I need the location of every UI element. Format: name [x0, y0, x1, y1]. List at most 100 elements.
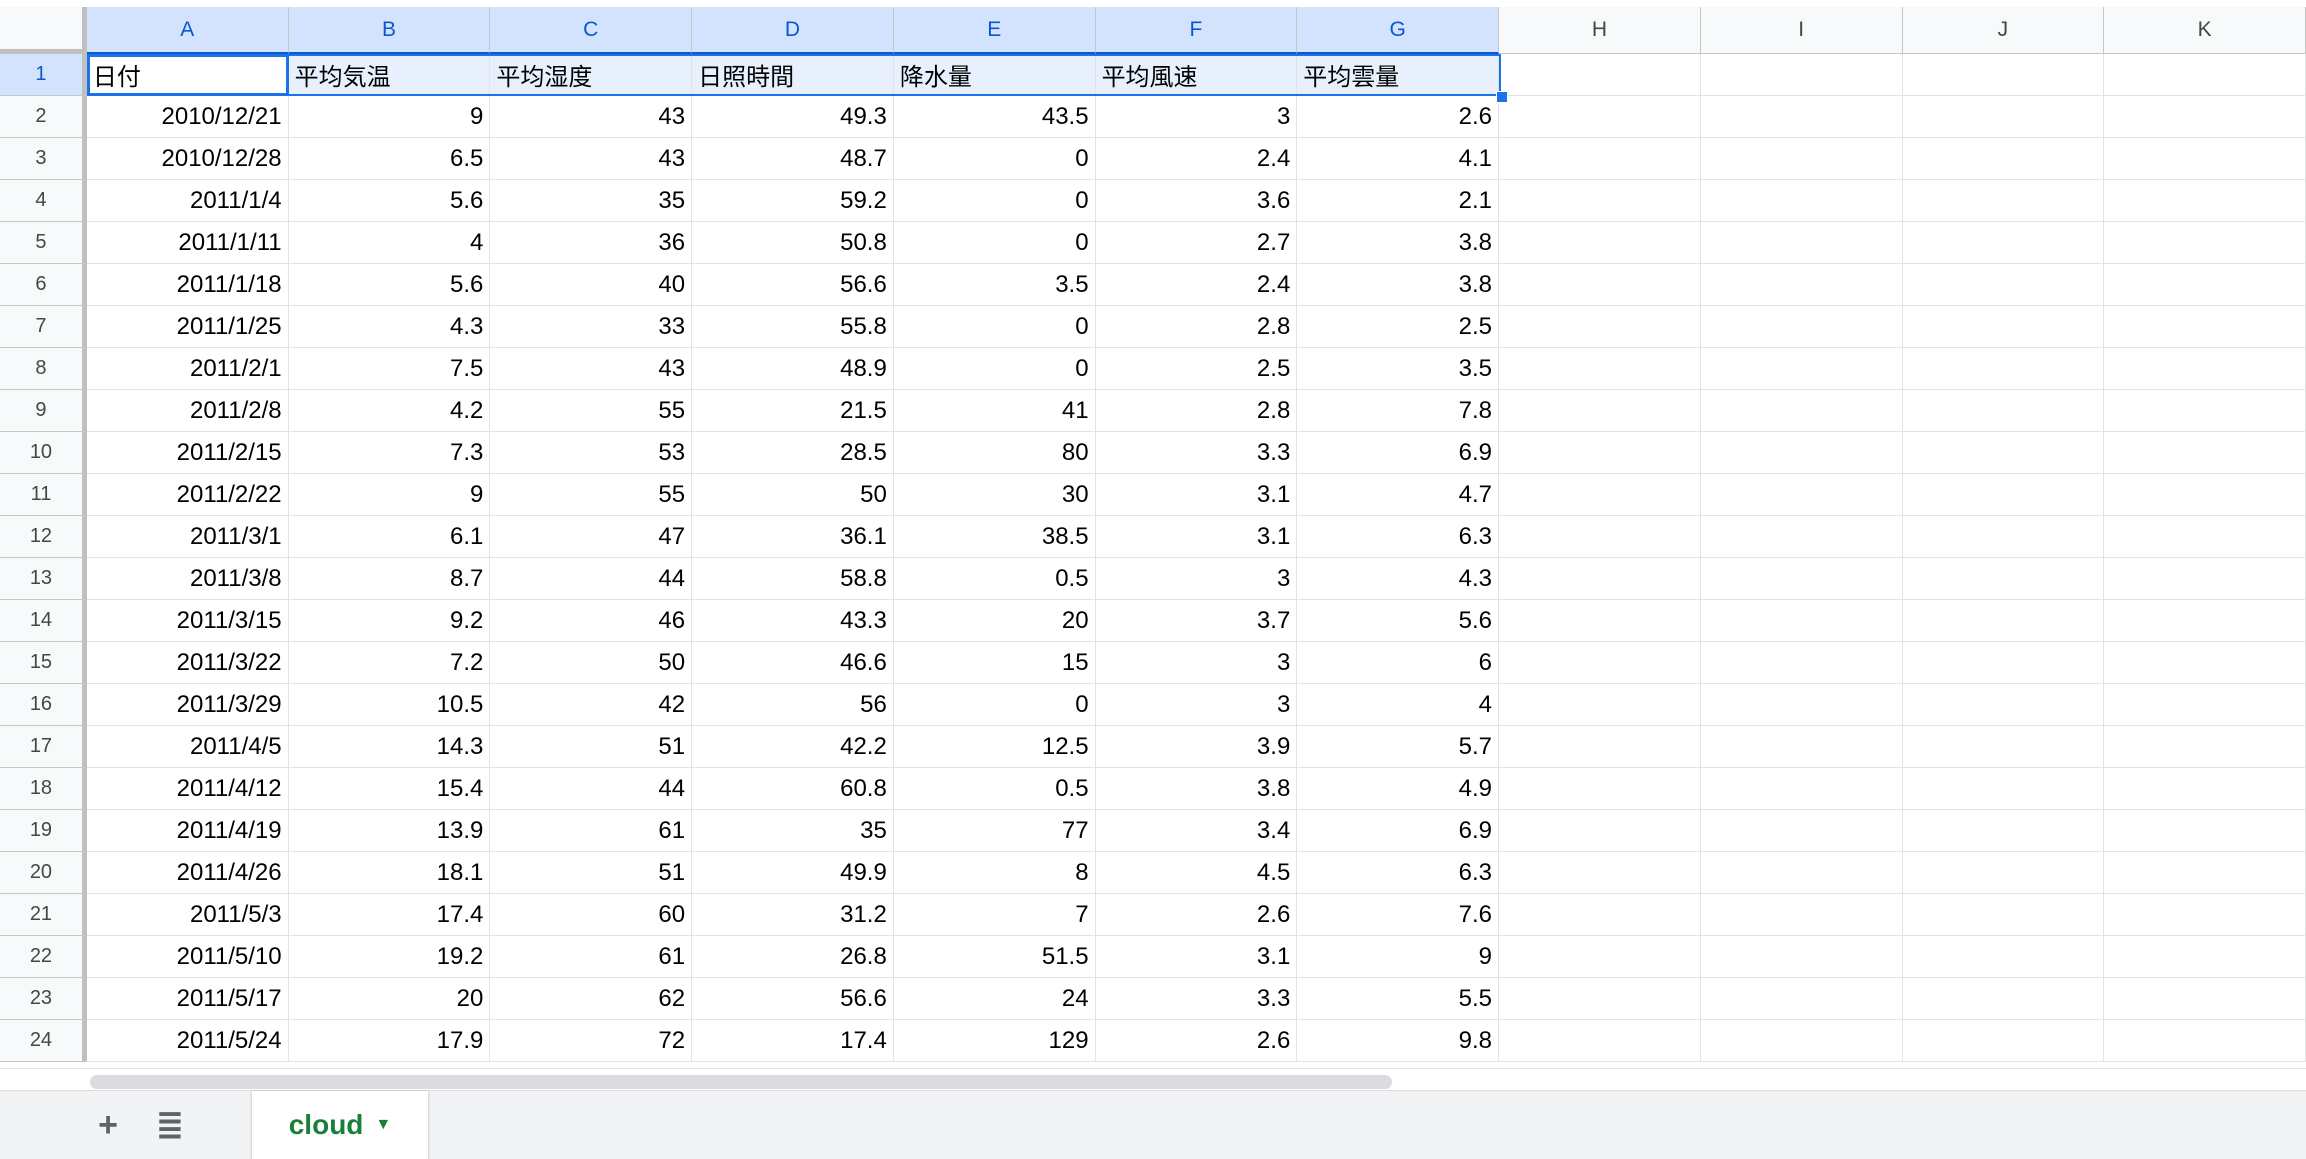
grid-cell[interactable]: 43.3	[692, 600, 894, 642]
grid-cell[interactable]: 17.4	[692, 1020, 894, 1062]
grid-cell[interactable]	[1902, 474, 2105, 516]
grid-cell[interactable]	[1700, 474, 1903, 516]
grid-cell[interactable]	[1700, 138, 1903, 180]
grid-cell[interactable]	[1902, 222, 2105, 264]
grid-cell[interactable]	[1902, 390, 2105, 432]
column-header-h[interactable]: H	[1499, 7, 1701, 54]
grid-cell[interactable]	[2104, 684, 2306, 726]
grid-cell[interactable]: 7.6	[1297, 894, 1500, 936]
grid-cell[interactable]: 3.1	[1095, 516, 1298, 558]
grid-cell[interactable]	[2104, 432, 2306, 474]
header-cell[interactable]: 平均気温	[288, 54, 491, 96]
grid-cell[interactable]: 0	[893, 684, 1096, 726]
grid-cell[interactable]: 7	[893, 894, 1096, 936]
grid-cell[interactable]	[2104, 852, 2306, 894]
grid-cell[interactable]: 51	[490, 852, 693, 894]
grid-cell[interactable]: 3.8	[1297, 222, 1500, 264]
grid-cell[interactable]	[1902, 264, 2105, 306]
grid-cell[interactable]: 3.3	[1095, 978, 1298, 1020]
row-header[interactable]: 15	[0, 642, 87, 684]
grid-cell[interactable]: 3.6	[1095, 180, 1298, 222]
header-cell[interactable]	[1902, 54, 2105, 96]
grid-cell[interactable]	[1700, 894, 1903, 936]
grid-cell[interactable]: 2011/3/15	[86, 600, 289, 642]
grid-cell[interactable]	[2104, 768, 2306, 810]
row-header[interactable]: 24	[0, 1020, 87, 1062]
plus-icon[interactable]: +	[83, 1100, 133, 1150]
grid-cell[interactable]: 36	[490, 222, 693, 264]
grid-cell[interactable]: 5.6	[288, 180, 491, 222]
grid-cell[interactable]: 48.9	[692, 348, 894, 390]
grid-cell[interactable]: 43	[490, 96, 693, 138]
grid-cell[interactable]: 4.5	[1095, 852, 1298, 894]
grid-cell[interactable]: 5.5	[1297, 978, 1500, 1020]
grid-cell[interactable]	[1700, 600, 1903, 642]
column-header-f[interactable]: F	[1095, 7, 1298, 54]
row-header[interactable]: 22	[0, 936, 87, 978]
header-cell[interactable]: 降水量	[893, 54, 1096, 96]
grid-cell[interactable]	[1499, 810, 1701, 852]
grid-cell[interactable]	[1499, 768, 1701, 810]
grid-cell[interactable]	[1499, 264, 1701, 306]
grid-cell[interactable]: 2011/4/26	[86, 852, 289, 894]
column-header-c[interactable]: C	[490, 7, 693, 54]
grid-cell[interactable]: 50.8	[692, 222, 894, 264]
grid-cell[interactable]: 2011/2/15	[86, 432, 289, 474]
grid-cell[interactable]	[1700, 306, 1903, 348]
grid-cell[interactable]: 2011/2/1	[86, 348, 289, 390]
grid-cell[interactable]: 7.5	[288, 348, 491, 390]
grid-cell[interactable]: 6.3	[1297, 516, 1500, 558]
grid-cell[interactable]: 17.9	[288, 1020, 491, 1062]
row-header[interactable]: 17	[0, 726, 87, 768]
grid-cell[interactable]: 40	[490, 264, 693, 306]
grid-cell[interactable]: 47	[490, 516, 693, 558]
grid-cell[interactable]: 2011/3/1	[86, 516, 289, 558]
grid-cell[interactable]: 33	[490, 306, 693, 348]
grid-cell[interactable]	[1700, 936, 1903, 978]
grid-cell[interactable]	[1499, 96, 1701, 138]
grid-cell[interactable]	[2104, 138, 2306, 180]
column-header-k[interactable]: K	[2104, 7, 2306, 54]
grid-cell[interactable]	[1499, 558, 1701, 600]
row-header[interactable]: 20	[0, 852, 87, 894]
grid-cell[interactable]: 4.1	[1297, 138, 1500, 180]
grid-cell[interactable]: 61	[490, 936, 693, 978]
grid-cell[interactable]: 13.9	[288, 810, 491, 852]
grid-cell[interactable]	[2104, 180, 2306, 222]
row-header[interactable]: 6	[0, 264, 87, 306]
grid-cell[interactable]: 3.4	[1095, 810, 1298, 852]
grid-cell[interactable]: 55	[490, 474, 693, 516]
grid-cell[interactable]	[1499, 894, 1701, 936]
row-header[interactable]: 10	[0, 432, 87, 474]
grid-cell[interactable]: 7.8	[1297, 390, 1500, 432]
column-header-g[interactable]: G	[1297, 7, 1500, 54]
grid-cell[interactable]: 2010/12/21	[86, 96, 289, 138]
grid-cell[interactable]: 15.4	[288, 768, 491, 810]
grid-cell[interactable]: 2011/3/29	[86, 684, 289, 726]
grid-cell[interactable]: 43.5	[893, 96, 1096, 138]
grid-cell[interactable]: 3.1	[1095, 474, 1298, 516]
grid-cell[interactable]: 2011/1/25	[86, 306, 289, 348]
grid-cell[interactable]: 20	[893, 600, 1096, 642]
grid-cell[interactable]	[1902, 432, 2105, 474]
grid-cell[interactable]	[1499, 390, 1701, 432]
grid-cell[interactable]: 21.5	[692, 390, 894, 432]
grid-cell[interactable]: 28.5	[692, 432, 894, 474]
row-header[interactable]: 1	[0, 54, 87, 96]
header-cell[interactable]: 平均風速	[1095, 54, 1298, 96]
grid-cell[interactable]: 2.5	[1297, 306, 1500, 348]
grid-cell[interactable]: 2011/5/3	[86, 894, 289, 936]
grid-cell[interactable]: 38.5	[893, 516, 1096, 558]
grid-cell[interactable]: 3.3	[1095, 432, 1298, 474]
grid-cell[interactable]	[2104, 978, 2306, 1020]
grid-cell[interactable]	[2104, 474, 2306, 516]
grid-cell[interactable]: 3.8	[1297, 264, 1500, 306]
grid-cell[interactable]	[1700, 1020, 1903, 1062]
grid-cell[interactable]: 4.3	[1297, 558, 1500, 600]
grid-cell[interactable]	[2104, 516, 2306, 558]
grid-cell[interactable]	[1700, 390, 1903, 432]
grid-cell[interactable]: 80	[893, 432, 1096, 474]
grid-cell[interactable]: 2011/1/4	[86, 180, 289, 222]
grid-cell[interactable]: 0	[893, 348, 1096, 390]
grid-cell[interactable]: 60.8	[692, 768, 894, 810]
